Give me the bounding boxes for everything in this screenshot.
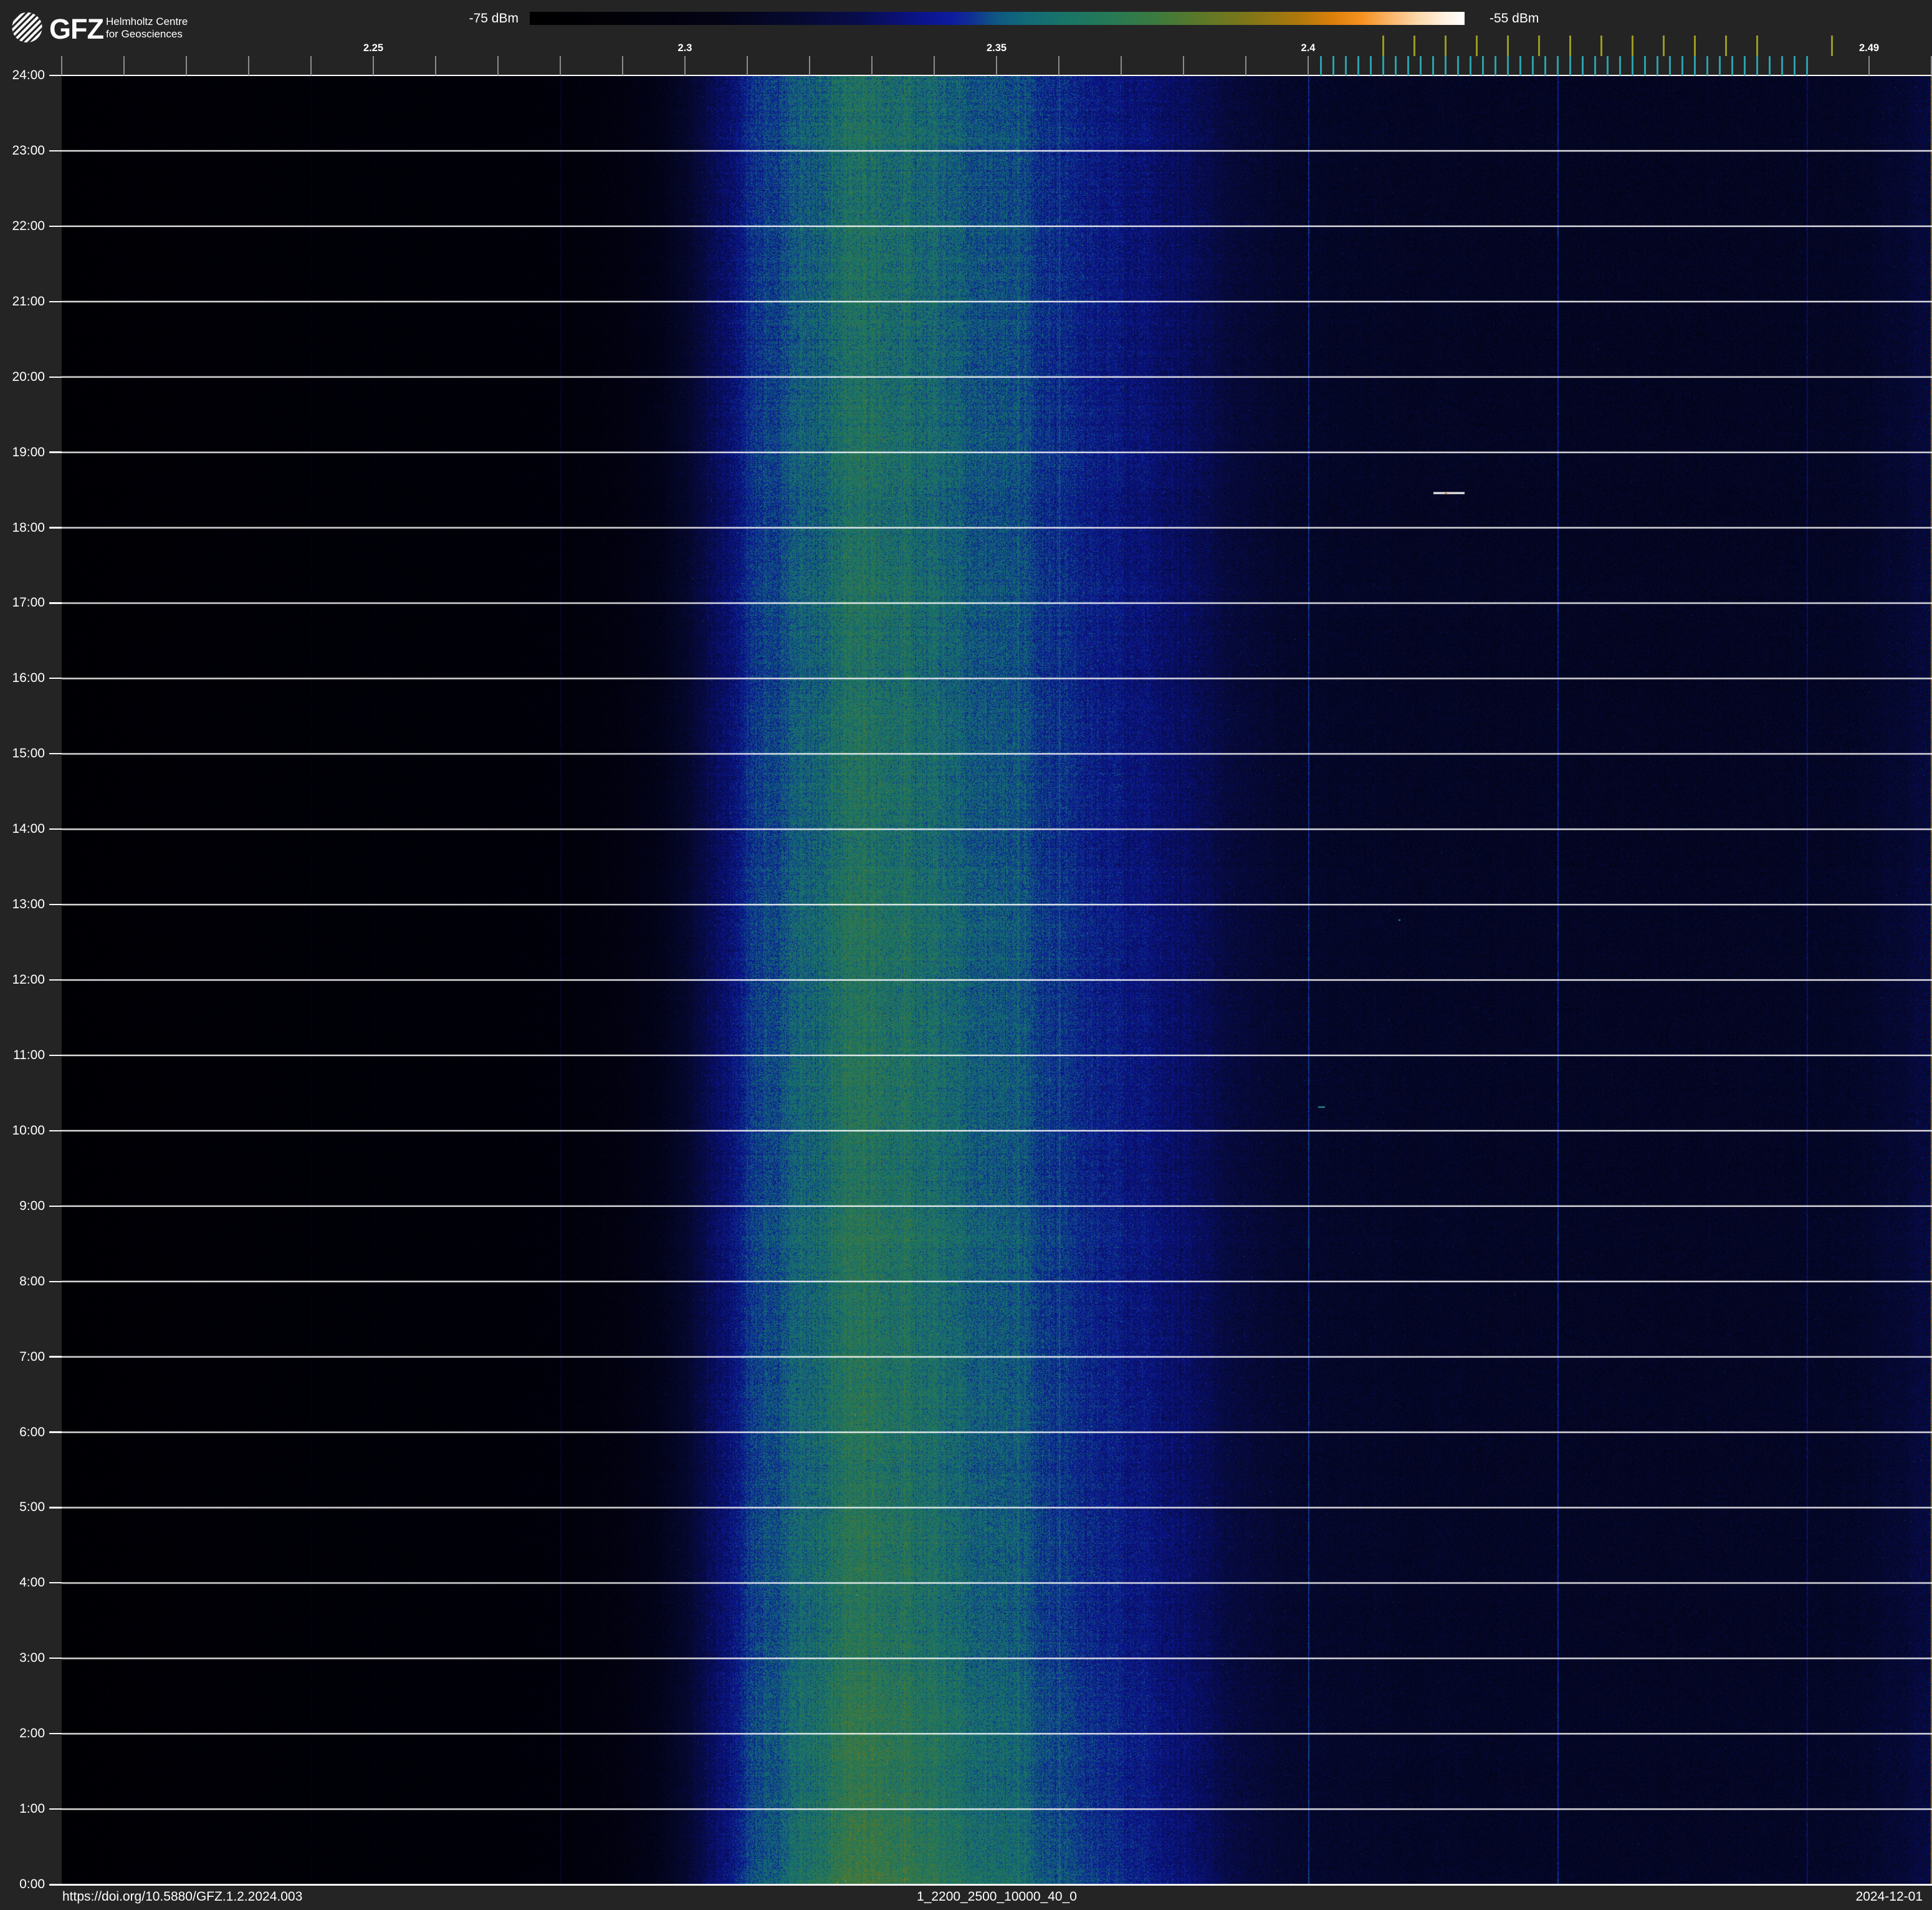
svg-text:GFZ: GFZ	[49, 13, 103, 45]
svg-text:Helmholtz Centre: Helmholtz Centre	[106, 16, 188, 27]
svg-text:for Geosciences: for Geosciences	[106, 28, 183, 40]
